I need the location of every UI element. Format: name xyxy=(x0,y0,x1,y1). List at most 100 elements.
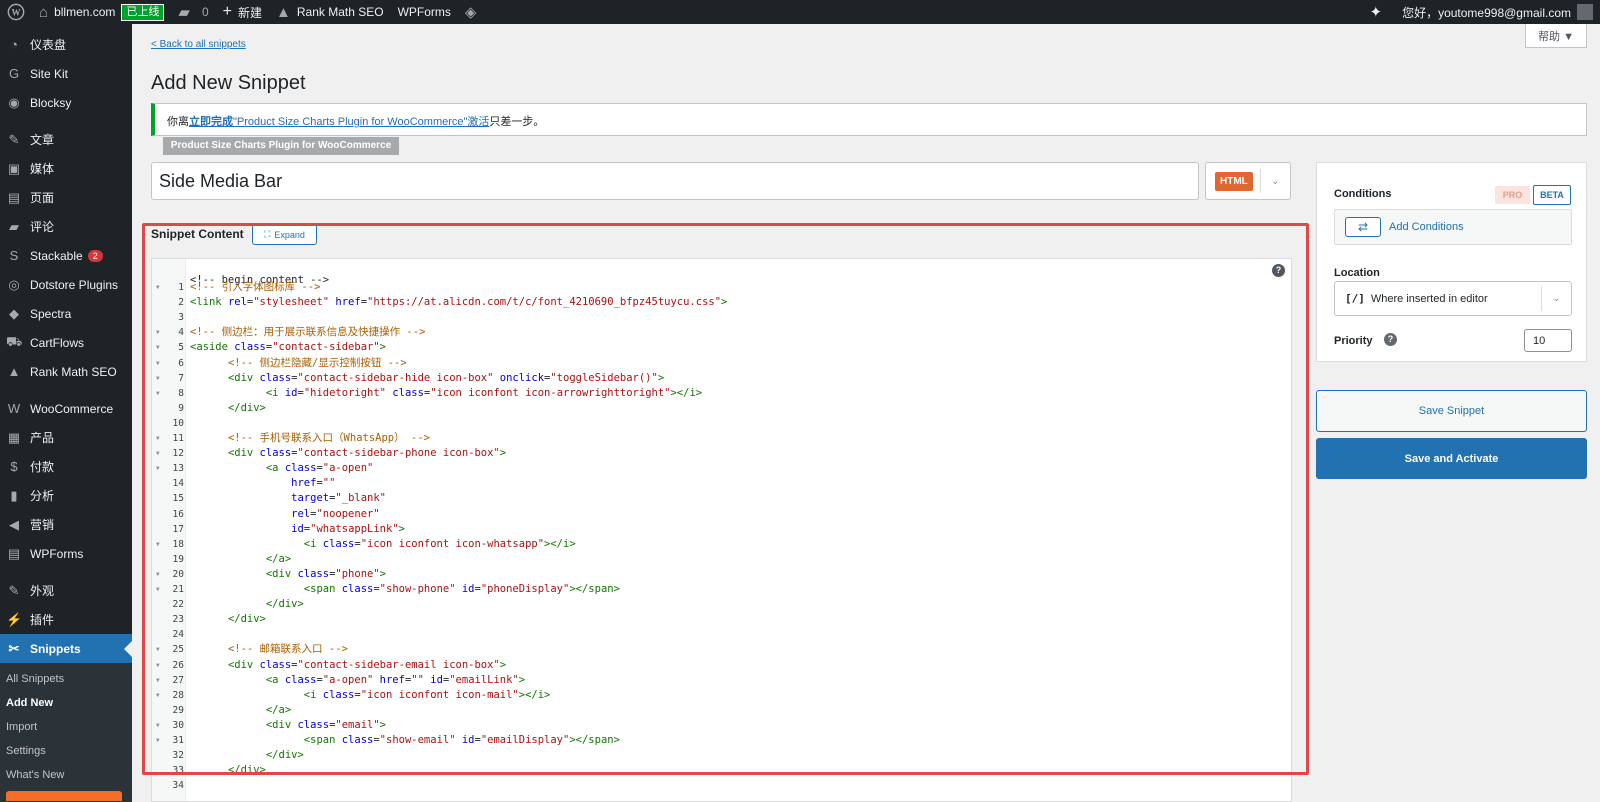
code-editor[interactable]: <!-- begin content --> ▼ 1 <!-- 引入字体图标库 --… xyxy=(151,258,1292,802)
save-snippet-button[interactable]: Save Snippet xyxy=(1316,390,1587,432)
fold-arrow-icon[interactable]: ▼ xyxy=(156,461,160,476)
sidebar-item-analytics[interactable]: ▮ 分析 xyxy=(0,481,132,510)
sidebar-item-site-kit[interactable]: G Site Kit xyxy=(0,59,132,88)
code-token: <div xyxy=(227,371,260,384)
rank-math-icon: ▲ xyxy=(276,3,291,21)
fold-arrow-icon[interactable]: ▼ xyxy=(156,280,160,295)
sidebar-item-pin[interactable]: ✎ 文章 xyxy=(0,125,132,154)
fold-arrow-icon[interactable]: ▼ xyxy=(156,718,160,733)
upgrade-button[interactable] xyxy=(6,791,122,801)
back-to-snippets-link[interactable]: < Back to all snippets xyxy=(151,39,246,50)
fold-arrow-icon[interactable]: ▼ xyxy=(156,537,160,552)
fold-arrow-icon[interactable]: ▼ xyxy=(156,325,160,340)
plugin-activate-link[interactable]: "Product Size Charts Plugin for WooComme… xyxy=(233,116,489,128)
submenu-settings[interactable]: Settings xyxy=(0,739,132,763)
code-token: <!-- 侧边栏隐藏/显示控制按钮 --> xyxy=(227,356,407,369)
editor-faded-line: <!-- begin content --> xyxy=(152,259,1291,286)
code-type-select[interactable]: HTML ⌄ xyxy=(1205,162,1291,200)
priority-help-icon[interactable]: ? xyxy=(1384,333,1397,346)
sidebar-item-appearance[interactable]: ✎ 外观 xyxy=(0,576,132,605)
sidebar-item-woo[interactable]: W WooCommerce xyxy=(0,394,132,423)
line-number: 1 xyxy=(178,282,184,293)
sidebar-item-products[interactable]: ▦ 产品 xyxy=(0,423,132,452)
code-text: <div class="contact-sidebar-phone icon-b… xyxy=(190,446,506,461)
priority-input[interactable] xyxy=(1524,329,1572,352)
submenu-add-new[interactable]: Add New xyxy=(0,691,132,715)
code-token: id xyxy=(291,522,304,535)
sidebar-item-snippets[interactable]: ✂ Snippets xyxy=(0,634,132,663)
code-line: 23 </div> xyxy=(152,612,1291,627)
fold-arrow-icon[interactable]: ▼ xyxy=(156,371,160,386)
comments-link[interactable]: ▰ 0 xyxy=(171,0,215,24)
editor-help-icon[interactable]: ? xyxy=(1272,264,1285,277)
my-account-link[interactable]: 您好，youtome998@gmail.com xyxy=(1395,0,1600,24)
line-number: 6 xyxy=(178,357,184,369)
submenu-import[interactable]: Import xyxy=(0,715,132,739)
fold-arrow-icon[interactable]: ▼ xyxy=(156,688,160,703)
sidebar-item-label: Site Kit xyxy=(30,66,69,81)
shuffle-icon: ⇄ xyxy=(1345,217,1381,237)
line-number: 32 xyxy=(172,750,184,762)
ai-sparkle-link[interactable]: ✦ xyxy=(1363,0,1396,24)
location-select[interactable]: [/] Where inserted in editor ⌄ xyxy=(1334,281,1572,316)
code-token: class xyxy=(297,718,330,731)
fold-arrow-icon[interactable]: ▼ xyxy=(156,567,160,582)
sidebar-item-marketing[interactable]: ◀ 营销 xyxy=(0,510,132,539)
fold-arrow-icon[interactable]: ▼ xyxy=(156,356,160,371)
code-line: ▼ 1 <!-- 引入字体图标库 --> xyxy=(152,280,1291,295)
sidebar-item-rank-math[interactable]: ▲ Rank Math SEO xyxy=(0,357,132,386)
save-and-activate-button[interactable]: Save and Activate xyxy=(1316,438,1587,479)
code-line: 16 rel="noopener" xyxy=(152,507,1291,522)
site-name-link[interactable]: ⌂ bllmen.com 已上线 xyxy=(32,0,171,24)
fold-arrow-icon[interactable]: ▼ xyxy=(156,673,160,688)
code-line: ▼ 27 <a class="a-open" href="" id="emailL… xyxy=(152,673,1291,688)
sidebar-item-plugins[interactable]: ⚡ 插件 xyxy=(0,605,132,634)
code-line: ▼ 18 <i class="icon iconfont icon-whatsap… xyxy=(152,537,1291,552)
add-conditions-button[interactable]: ⇄ Add Conditions xyxy=(1334,209,1572,245)
code-token: href xyxy=(329,296,361,309)
fold-arrow-icon[interactable]: ▼ xyxy=(156,386,160,401)
sidebar-item-wpforms[interactable]: ▤ WPForms xyxy=(0,539,132,568)
expand-button[interactable]: ⛶ Expand xyxy=(252,224,317,245)
submenu-whats-new[interactable]: What's New xyxy=(0,763,132,787)
sidebar-item-cartflows[interactable]: ⛟ CartFlows xyxy=(0,328,132,357)
fold-arrow-icon[interactable]: ▼ xyxy=(156,642,160,657)
snippet-title-input[interactable] xyxy=(151,162,1199,200)
rank-math-link[interactable]: ▲ Rank Math SEO xyxy=(269,0,391,24)
complete-now-link[interactable]: 立即完成 xyxy=(189,116,233,128)
sidebar-item-blocksy[interactable]: ◉ Blocksy xyxy=(0,88,132,117)
sidebar-item-media[interactable]: ▣ 媒体 xyxy=(0,154,132,183)
code-line: ▼ 31 <span class="show-email" id="emailDi… xyxy=(152,733,1291,748)
sidebar-item-payments[interactable]: $ 付款 xyxy=(0,452,132,481)
code-token: "contact-sidebar-hide icon-box" xyxy=(297,371,494,384)
new-content-link[interactable]: + 新建 xyxy=(216,0,269,24)
fold-arrow-icon[interactable]: ▼ xyxy=(156,446,160,461)
sidebar-item-dashboard[interactable]: ◔ 仪表盘 xyxy=(0,30,132,59)
update-count-badge: 2 xyxy=(87,249,103,262)
code-token: </div> xyxy=(265,598,304,611)
code-token: href xyxy=(373,673,405,686)
code-token: "https://at.alicdn.com/t/c/font_4210690_… xyxy=(367,296,722,309)
sidebar-item-stackable[interactable]: S Stackable 2 xyxy=(0,241,132,270)
code-line: 19 </a> xyxy=(152,552,1291,567)
sidebar-item-spectra[interactable]: ◆ Spectra xyxy=(0,299,132,328)
wordpress-logo-icon[interactable]: W xyxy=(0,0,32,24)
help-tab-button[interactable]: 帮助 ▼ xyxy=(1525,24,1587,48)
fold-arrow-icon[interactable]: ▼ xyxy=(156,431,160,446)
sidebar-item-comment[interactable]: ▰ 评论 xyxy=(0,212,132,241)
sidebar-item-dotstore[interactable]: ◎ Dotstore Plugins xyxy=(0,270,132,299)
site-kit-icon: G xyxy=(8,66,20,81)
submenu-all-snippets[interactable]: All Snippets xyxy=(0,667,132,691)
code-token: <span xyxy=(303,583,342,595)
code-text: </div> xyxy=(190,401,266,416)
diamond-menu-link[interactable]: ◈ xyxy=(458,0,490,24)
fold-arrow-icon[interactable]: ▼ xyxy=(156,582,160,597)
fold-arrow-icon[interactable]: ▼ xyxy=(156,733,160,748)
sidebar-item-page[interactable]: ▤ 页面 xyxy=(0,183,132,212)
wpforms-link[interactable]: WPForms xyxy=(391,0,458,24)
fold-arrow-icon[interactable]: ▼ xyxy=(156,340,160,355)
fold-arrow-icon[interactable]: ▼ xyxy=(156,658,160,673)
code-token: <div xyxy=(227,658,260,671)
